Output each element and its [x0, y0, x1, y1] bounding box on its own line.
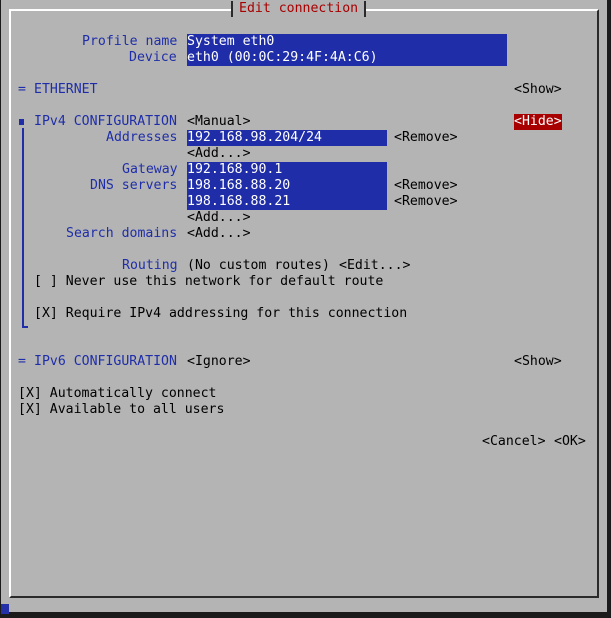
remove-dns-2-button[interactable]: <Remove> — [394, 194, 458, 210]
terminal-screen: Edit connection Profile name System eth0… — [1, 0, 607, 612]
gateway-label: Gateway — [122, 162, 178, 177]
dns-server-field-2[interactable]: 198.168.88.21 — [187, 194, 387, 210]
all-users-checkbox[interactable]: [X] Available to all users — [18, 402, 224, 418]
ipv6-show-button[interactable]: <Show> — [514, 354, 562, 370]
routing-value: (No custom routes) — [187, 258, 330, 273]
require-ipv4-checkbox[interactable]: [X] Require IPv4 addressing for this con… — [34, 306, 407, 322]
address-field[interactable]: 192.168.98.204/24 — [187, 130, 387, 146]
ok-button[interactable]: <OK> — [554, 434, 586, 450]
profile-name-label: Profile name — [82, 34, 178, 49]
add-search-domain-button[interactable]: <Add...> — [187, 226, 251, 242]
dns-server-field-1[interactable]: 198.168.88.20 — [187, 178, 387, 194]
profile-name-field[interactable]: System eth0 — [187, 34, 507, 50]
addresses-label: Addresses — [106, 130, 178, 145]
ipv4-method-select[interactable]: <Manual> — [187, 114, 251, 130]
remove-address-button[interactable]: <Remove> — [394, 130, 458, 146]
dns-servers-label: DNS servers — [90, 178, 178, 193]
ipv4-section-bracket-end — [22, 326, 28, 328]
ipv6-method-select[interactable]: <Ignore> — [187, 354, 251, 370]
ethernet-show-button[interactable]: <Show> — [514, 82, 562, 98]
terminal-cursor — [1, 604, 9, 614]
search-domains-label: Search domains — [66, 226, 178, 241]
add-dns-button[interactable]: <Add...> — [187, 210, 251, 226]
ipv4-section-bracket — [22, 128, 24, 328]
remove-dns-1-button[interactable]: <Remove> — [394, 178, 458, 194]
ipv4-section-label: IPv4 CONFIGURATION — [34, 114, 177, 129]
add-address-button[interactable]: <Add...> — [187, 146, 251, 162]
cancel-button[interactable]: <Cancel> — [482, 434, 546, 450]
device-label: Device — [129, 50, 177, 65]
gateway-field[interactable]: 192.168.90.1 — [187, 162, 387, 178]
ipv4-expanded-marker — [19, 119, 24, 125]
ethernet-section-label: ETHERNET — [34, 82, 98, 97]
dialog-title: Edit connection — [231, 1, 367, 17]
edit-routes-button[interactable]: <Edit...> — [339, 258, 410, 274]
ethernet-collapsed-marker: = — [18, 82, 26, 97]
terminal-bottom-strip — [0, 612, 611, 618]
never-default-route-checkbox[interactable]: [ ] Never use this network for default r… — [34, 274, 383, 290]
device-field[interactable]: eth0 (00:0C:29:4F:4A:C6) — [187, 50, 507, 66]
routing-label: Routing — [122, 258, 178, 273]
ipv4-hide-button[interactable]: <Hide> — [514, 114, 562, 130]
ipv6-section-label: IPv6 CONFIGURATION — [34, 354, 177, 369]
auto-connect-checkbox[interactable]: [X] Automatically connect — [18, 386, 217, 402]
ipv6-collapsed-marker: = — [18, 354, 26, 369]
